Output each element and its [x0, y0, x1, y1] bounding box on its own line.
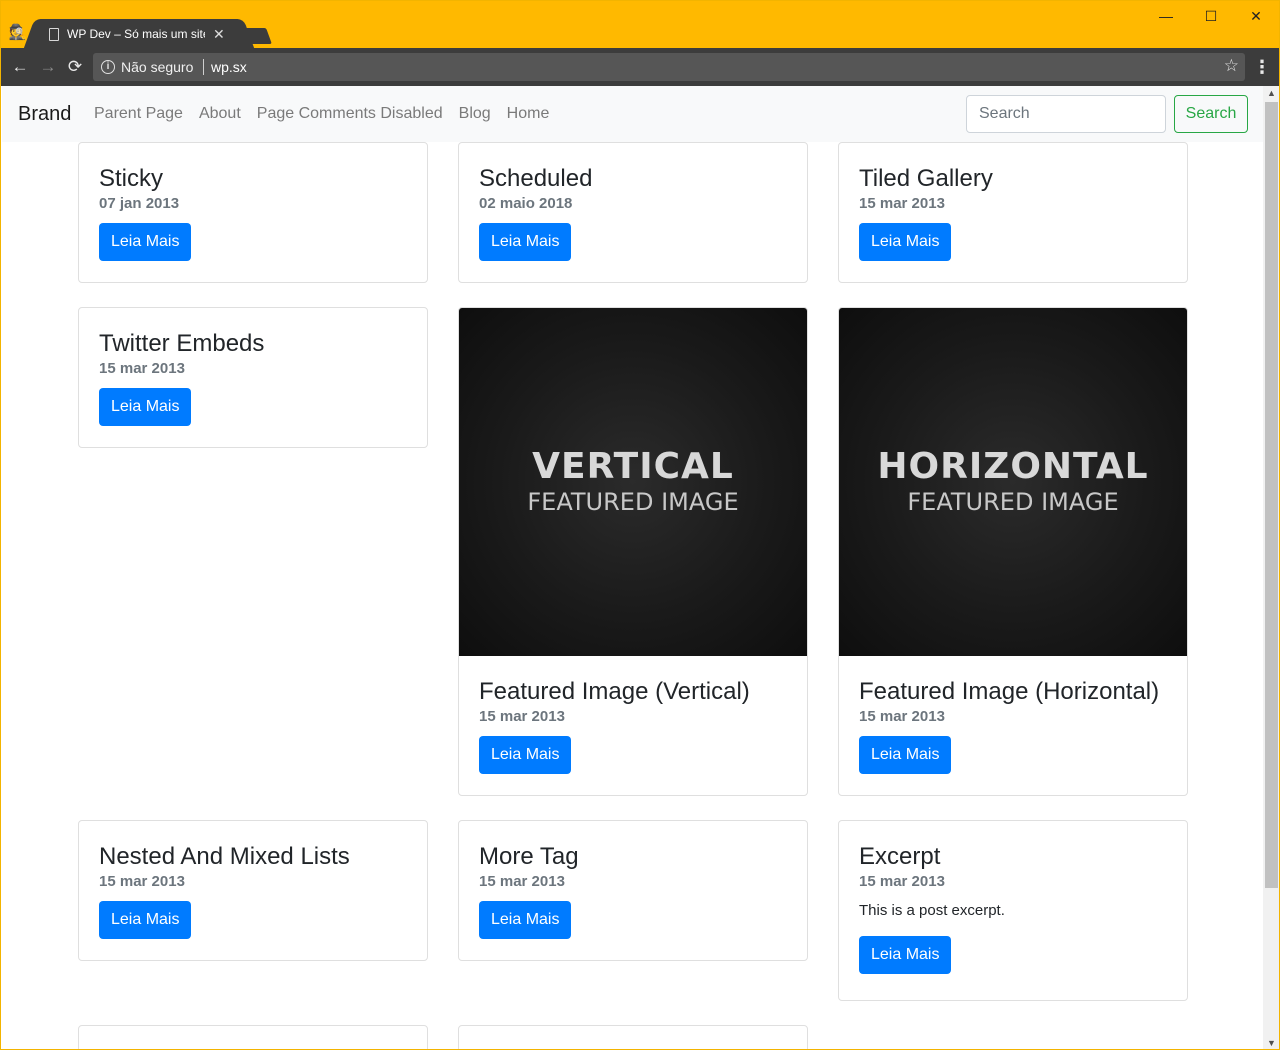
- browser-toolbar: ← → ⟳ i Não seguro wp.sx ☆ ⋮: [1, 48, 1279, 86]
- address-bar[interactable]: i Não seguro wp.sx ☆: [93, 53, 1245, 81]
- page-viewport: Brand Parent Page About Page Comments Di…: [2, 86, 1263, 1049]
- post-card: HORIZONTAL FEATURED IMAGE Featured Image…: [838, 307, 1188, 796]
- post-title[interactable]: Excerpt: [859, 842, 1167, 872]
- post-title[interactable]: Nested And Mixed Lists: [99, 842, 407, 872]
- post-date: 15 mar 2013: [859, 195, 945, 212]
- post-title[interactable]: Tiled Gallery: [859, 164, 1167, 194]
- read-more-button[interactable]: Leia Mais: [859, 936, 952, 974]
- bookmark-star-icon[interactable]: ☆: [1224, 56, 1239, 76]
- read-more-button[interactable]: Leia Mais: [99, 223, 192, 261]
- reload-icon[interactable]: ⟳: [64, 56, 86, 78]
- post-date: 07 jan 2013: [99, 195, 180, 212]
- browser-window: 🕵 WP Dev – Só mais um site ✕ — ☐ ✕ ← → ⟳…: [0, 0, 1280, 1050]
- post-card: Sticky 07 jan 2013 Leia Mais: [78, 142, 428, 283]
- nav-link-page-comments-disabled[interactable]: Page Comments Disabled: [257, 105, 443, 123]
- post-date: 15 mar 2013: [859, 708, 945, 725]
- site-navbar: Brand Parent Page About Page Comments Di…: [2, 86, 1263, 142]
- post-card: VERTICAL FEATURED IMAGE Featured Image (…: [458, 307, 808, 796]
- scroll-down-arrow-icon[interactable]: ▼: [1263, 1036, 1279, 1049]
- scroll-up-arrow-icon[interactable]: ▲: [1263, 86, 1279, 100]
- info-icon[interactable]: i: [101, 60, 115, 74]
- featured-image-subtitle: FEATURED IMAGE: [527, 488, 739, 516]
- maximize-button[interactable]: ☐: [1188, 5, 1234, 27]
- post-date: 15 mar 2013: [99, 873, 185, 890]
- forward-arrow-icon[interactable]: →: [37, 56, 59, 78]
- post-card: Nested And Mixed Lists 15 mar 2013 Leia …: [78, 820, 428, 961]
- featured-image[interactable]: HORIZONTAL FEATURED IMAGE: [839, 308, 1187, 656]
- tab-close-icon[interactable]: ✕: [213, 26, 225, 43]
- post-title[interactable]: Featured Image (Vertical): [479, 677, 787, 707]
- post-date: 02 maio 2018: [479, 195, 573, 212]
- document-icon: [49, 27, 59, 41]
- title-bar: 🕵 WP Dev – Só mais um site ✕ — ☐ ✕: [1, 1, 1279, 49]
- read-more-button[interactable]: Leia Mais: [99, 901, 192, 939]
- post-date: 15 mar 2013: [479, 873, 565, 890]
- read-more-button[interactable]: Leia Mais: [99, 388, 192, 426]
- featured-image-title: HORIZONTAL: [877, 446, 1149, 487]
- browser-menu-icon[interactable]: ⋮: [1253, 56, 1271, 78]
- browser-tab[interactable]: WP Dev – Só mais um site ✕: [39, 19, 239, 49]
- post-title[interactable]: Sticky: [99, 164, 407, 194]
- url-text[interactable]: wp.sx: [211, 59, 247, 75]
- post-title[interactable]: More Tag: [479, 842, 787, 872]
- post-card: Tiled Gallery 15 mar 2013 Leia Mais: [838, 142, 1188, 283]
- post-card: [78, 1025, 428, 1049]
- post-title[interactable]: Scheduled: [479, 164, 787, 194]
- featured-image[interactable]: VERTICAL FEATURED IMAGE: [459, 308, 807, 656]
- read-more-button[interactable]: Leia Mais: [479, 901, 572, 939]
- post-date: 15 mar 2013: [479, 708, 565, 725]
- featured-image-subtitle: FEATURED IMAGE: [907, 488, 1119, 516]
- back-arrow-icon[interactable]: ←: [9, 56, 31, 78]
- read-more-button[interactable]: Leia Mais: [859, 223, 952, 261]
- tab-title: WP Dev – Só mais um site: [67, 27, 205, 41]
- post-card: Excerpt 15 mar 2013 This is a post excer…: [838, 820, 1188, 1001]
- post-card: Twitter Embeds 15 mar 2013 Leia Mais: [78, 307, 428, 448]
- post-card: Scheduled 02 maio 2018 Leia Mais: [458, 142, 808, 283]
- security-label[interactable]: Não seguro: [121, 59, 193, 75]
- read-more-button[interactable]: Leia Mais: [479, 736, 572, 774]
- post-excerpt: This is a post excerpt.: [859, 902, 1005, 919]
- minimize-button[interactable]: —: [1143, 5, 1189, 27]
- nav-link-about[interactable]: About: [199, 105, 241, 123]
- page-scrollbar[interactable]: ▲ ▼: [1263, 86, 1279, 1049]
- nav-link-parent-page[interactable]: Parent Page: [94, 105, 183, 123]
- post-title[interactable]: Featured Image (Horizontal): [859, 677, 1167, 707]
- search-button[interactable]: Search: [1174, 95, 1248, 133]
- scroll-thumb[interactable]: [1265, 102, 1278, 888]
- nav-link-blog[interactable]: Blog: [459, 105, 491, 123]
- url-separator: [203, 59, 204, 75]
- read-more-button[interactable]: Leia Mais: [479, 223, 572, 261]
- post-date: 15 mar 2013: [859, 873, 945, 890]
- search-input[interactable]: [966, 95, 1166, 133]
- close-window-button[interactable]: ✕: [1233, 5, 1279, 27]
- nav-link-home[interactable]: Home: [507, 105, 550, 123]
- post-card: More Tag 15 mar 2013 Leia Mais: [458, 820, 808, 961]
- post-title[interactable]: Twitter Embeds: [99, 329, 407, 359]
- featured-image-title: VERTICAL: [532, 446, 734, 487]
- read-more-button[interactable]: Leia Mais: [859, 736, 952, 774]
- post-card: [458, 1025, 808, 1049]
- post-date: 15 mar 2013: [99, 360, 185, 377]
- new-tab-button[interactable]: [240, 28, 272, 44]
- nav-links: Parent Page About Page Comments Disabled…: [94, 105, 549, 123]
- brand-link[interactable]: Brand: [18, 103, 71, 126]
